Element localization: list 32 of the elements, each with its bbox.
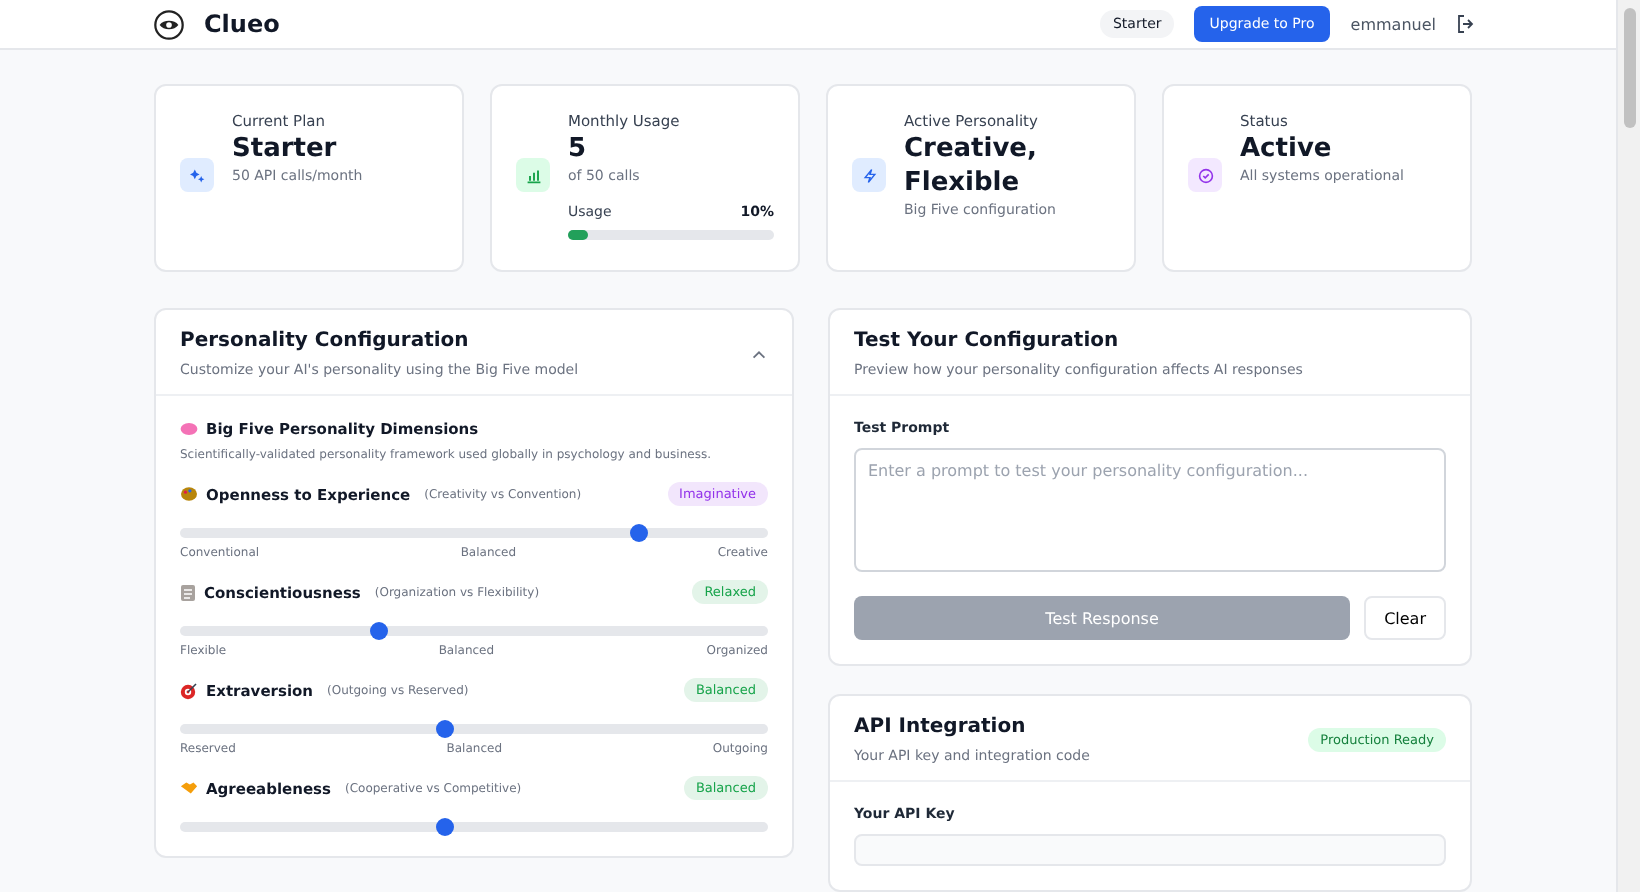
clear-button[interactable]: Clear [1364, 596, 1446, 640]
lightning-icon [861, 167, 877, 183]
slider-thumb[interactable] [435, 720, 454, 738]
slider-track[interactable] [180, 626, 768, 636]
scrollbar-thumb[interactable] [1623, 8, 1635, 128]
handshake-icon [180, 780, 198, 796]
check-circle-icon [1197, 167, 1213, 183]
username[interactable]: emmanuel [1350, 15, 1436, 33]
brain-icon [180, 422, 198, 436]
slider-thumb[interactable] [435, 818, 454, 836]
stat-value: Starter [232, 132, 339, 166]
panel-title: Test Your Configuration [854, 330, 1121, 352]
eye-logo-icon [154, 9, 184, 39]
palette-icon [180, 486, 198, 502]
slider-track[interactable] [180, 528, 768, 538]
logout-icon[interactable] [1456, 14, 1476, 34]
slider-thumb[interactable] [370, 622, 389, 640]
panel-title: API Integration [854, 716, 1028, 738]
stat-value: Creative, Flexible [904, 132, 1039, 200]
slider-track[interactable] [180, 724, 768, 734]
target-icon [180, 681, 198, 699]
stat-value: Active [1240, 132, 1334, 166]
stat-value: 5 [568, 132, 589, 166]
brand-name: Clueo [204, 10, 280, 38]
slider-thumb[interactable] [629, 524, 648, 542]
panel-title: Personality Configuration [180, 330, 471, 352]
slider-track[interactable] [180, 822, 768, 832]
sparkle-icon [189, 167, 205, 183]
api-key-field[interactable] [854, 834, 1446, 866]
prompt-field[interactable]: Enter a prompt to test your personality configuration... [854, 448, 1446, 572]
notepad-icon [180, 583, 196, 601]
bar-chart-icon [525, 167, 541, 183]
